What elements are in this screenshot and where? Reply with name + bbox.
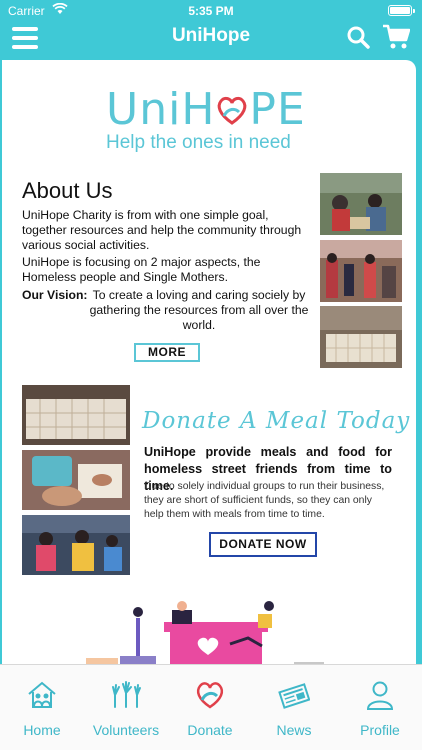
vision-label: Our Vision: [22,288,88,302]
content-area[interactable]: UniH PE Help the ones in need About Us Un… [0,58,422,680]
home-people-icon [26,679,58,711]
clock: 5:35 PM [188,4,234,18]
donate-description: Due to solely individual groups to run t… [144,481,385,520]
heart-hands-icon [194,679,226,711]
tab-donate[interactable]: Donate [168,665,252,750]
meal-packs-photo [320,306,402,368]
donate-now-button[interactable]: DONATE NOW [209,532,317,557]
tab-label-volunteers: Volunteers [92,722,160,738]
home-card: UniH PE Help the ones in need About Us Un… [2,60,416,680]
status-bar: Carrier 5:35 PM [0,0,422,22]
donate-title: Donate A Meal Today [142,408,411,434]
tab-volunteers[interactable]: Volunteers [84,665,168,750]
street-photo [320,240,402,302]
about-paragraph-1: UniHope Charity is from with one simple … [22,208,302,252]
community-event-photo [22,515,130,575]
tab-label-profile: Profile [360,722,400,738]
packing-food-photo [22,450,130,510]
battery-icon [388,5,415,16]
newspaper-icon [278,679,311,711]
tab-label-home: Home [23,722,61,738]
tab-label-news: News [276,722,312,738]
raised-hands-icon [110,679,142,711]
tab-profile[interactable]: Profile [338,665,422,750]
vision-text: To create a loving and caring sociely by… [89,288,309,332]
navigation-bar: UniHope [0,22,422,58]
more-button[interactable]: MORE [134,343,200,362]
about-paragraph-2: UniHope is focusing on 2 major aspects, … [22,255,261,284]
unihope-logo: UniH PE Help the ones in need [106,84,318,154]
tab-bar: Home Volunteers Donate News Profile [0,664,422,750]
tab-label-donate: Donate [187,722,233,738]
logo-wordmark: UniH PE [106,84,306,135]
logo-tagline: Help the ones in need [106,132,291,153]
heart-hands-icon [215,90,249,125]
tab-home[interactable]: Home [0,665,84,750]
food-boxes-photo [22,385,130,445]
person-icon [364,679,396,711]
cart-icon[interactable] [382,24,411,50]
volunteers-photo [320,173,402,235]
search-icon[interactable] [346,25,370,49]
tab-news[interactable]: News [252,665,336,750]
about-title: About Us [22,178,113,203]
